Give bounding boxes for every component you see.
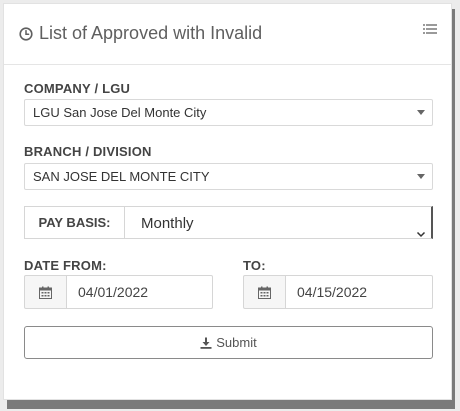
company-label: COMPANY / LGU bbox=[24, 81, 131, 96]
date-to-label: TO: bbox=[243, 258, 266, 273]
list-icon[interactable] bbox=[423, 22, 437, 34]
caret-down-icon bbox=[417, 110, 425, 115]
panel-title-text: List of Approved with Invalid bbox=[39, 23, 263, 43]
branch-select[interactable]: SAN JOSE DEL MONTE CITY bbox=[24, 163, 433, 190]
panel-title: List of Approved with Invalid bbox=[19, 23, 262, 44]
pay-basis-value: Monthly bbox=[141, 215, 194, 232]
clock-icon bbox=[19, 26, 33, 41]
report-panel: List of Approved with Invalid COMPANY / … bbox=[3, 3, 452, 400]
date-to-group: 04/15/2022 bbox=[243, 275, 433, 309]
company-select-value: LGU San Jose Del Monte City bbox=[33, 105, 207, 120]
date-from-input[interactable]: 04/01/2022 bbox=[67, 275, 213, 309]
branch-select-value: SAN JOSE DEL MONTE CITY bbox=[33, 169, 210, 184]
date-to-input[interactable]: 04/15/2022 bbox=[286, 275, 433, 309]
submit-button[interactable]: Submit bbox=[24, 326, 433, 359]
date-from-label: DATE FROM: bbox=[24, 258, 107, 273]
download-icon bbox=[200, 337, 212, 349]
calendar-icon[interactable] bbox=[24, 275, 67, 309]
pay-basis-select[interactable]: Monthly bbox=[125, 206, 433, 239]
chevron-down-icon bbox=[416, 218, 426, 238]
calendar-icon[interactable] bbox=[243, 275, 286, 309]
panel-header: List of Approved with Invalid bbox=[4, 4, 451, 65]
date-from-group: 04/01/2022 bbox=[24, 275, 213, 309]
pay-basis-label: PAY BASIS: bbox=[24, 206, 125, 239]
company-select[interactable]: LGU San Jose Del Monte City bbox=[24, 99, 433, 126]
branch-label: BRANCH / DIVISION bbox=[24, 144, 152, 159]
pay-basis-group: PAY BASIS: Monthly bbox=[24, 206, 433, 239]
caret-down-icon bbox=[417, 174, 425, 179]
submit-label: Submit bbox=[216, 335, 257, 350]
